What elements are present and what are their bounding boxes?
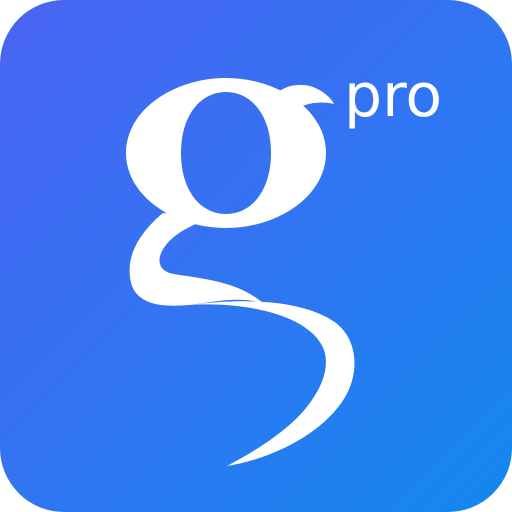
pro-label: pro [344,61,443,131]
app-icon[interactable]: pro [0,0,512,512]
